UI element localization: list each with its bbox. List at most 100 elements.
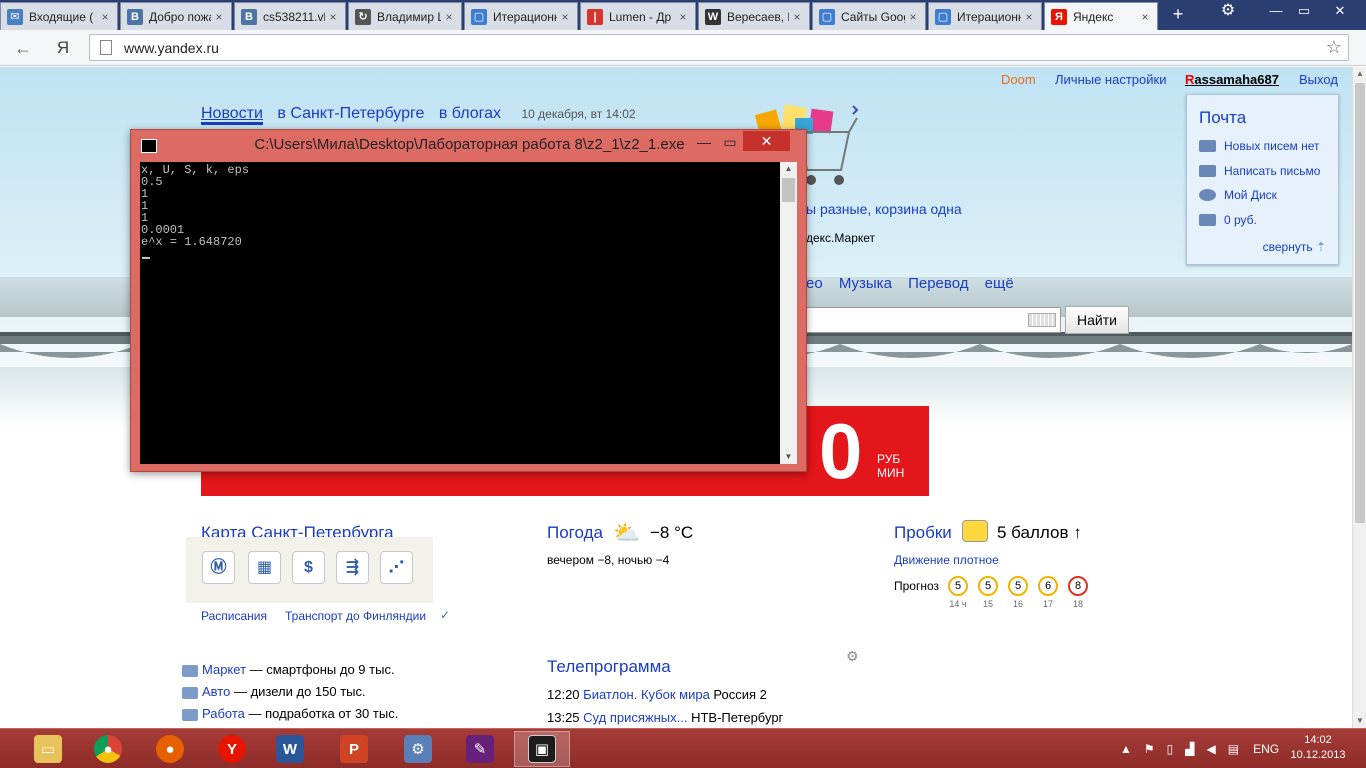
page-scrollbar[interactable]: ▲ ▼ bbox=[1352, 67, 1366, 728]
console-output-area[interactable]: x, U, S, k, eps 0.5 1 1 1 0.0001 e^x = 1… bbox=[140, 162, 780, 464]
tv-show-link[interactable]: Биатлон. Кубок мира bbox=[583, 687, 710, 702]
flag-icon[interactable]: ⚑ bbox=[1144, 742, 1155, 756]
minimize-button[interactable]: — bbox=[1262, 0, 1290, 22]
console-close-button[interactable]: ✕ bbox=[743, 131, 790, 151]
route-icon[interactable]: ⋰ bbox=[380, 551, 413, 584]
console-scroll-down-icon[interactable]: ▼ bbox=[780, 450, 797, 464]
browser-tab[interactable]: ▢ Сайты Goog × bbox=[812, 2, 926, 30]
console-scrollbar[interactable]: ▲ ▼ bbox=[780, 162, 797, 464]
taskbar-console[interactable]: ▣ bbox=[514, 731, 570, 767]
keyboard-tray-icon[interactable]: ▤ bbox=[1228, 742, 1239, 756]
browser-tab[interactable]: Я Яндекс × bbox=[1044, 2, 1158, 30]
console-scroll-up-icon[interactable]: ▲ bbox=[780, 162, 797, 176]
service-video-link[interactable]: ео bbox=[806, 275, 823, 292]
service-translate-link[interactable]: Перевод bbox=[908, 275, 968, 292]
power-icon[interactable]: ▯ bbox=[1167, 742, 1174, 756]
scroll-up-icon[interactable]: ▲ bbox=[1353, 67, 1366, 81]
tab-close-icon[interactable]: × bbox=[1137, 10, 1153, 24]
taxi-icon[interactable]: ▦ bbox=[248, 551, 281, 584]
taskbar-word[interactable]: W bbox=[262, 731, 318, 767]
console-window[interactable]: C:\Users\Мила\Desktop\Лабораторная работ… bbox=[130, 129, 807, 472]
weather-title-link[interactable]: Погода bbox=[547, 523, 603, 543]
tab-close-icon[interactable]: × bbox=[905, 10, 921, 24]
schedule-link[interactable]: Расписания bbox=[201, 609, 267, 623]
taskbar-chrome[interactable]: ● bbox=[80, 731, 136, 767]
tab-news[interactable]: Новости bbox=[201, 105, 263, 125]
service-music-link[interactable]: Музыка bbox=[839, 275, 892, 292]
collapse-link[interactable]: свернуть ⇡ bbox=[1263, 240, 1326, 254]
tray-arrow-icon[interactable]: ▲ bbox=[1120, 742, 1132, 756]
browser-tab[interactable]: | Lumen - Др × bbox=[580, 2, 696, 30]
taskbar-visual-studio[interactable]: ✎ bbox=[452, 731, 508, 767]
browser-tab[interactable]: W Вересаев, В × bbox=[698, 2, 810, 30]
logout-link[interactable]: Выход bbox=[1299, 72, 1338, 87]
tab-close-icon[interactable]: × bbox=[789, 10, 805, 24]
tab-close-icon[interactable]: × bbox=[557, 10, 573, 24]
mail-title-link[interactable]: Почта bbox=[1199, 108, 1246, 128]
traffic-status-link[interactable]: Движение плотное bbox=[894, 553, 999, 567]
yandex-button[interactable]: Я bbox=[52, 38, 74, 58]
tab-blogs[interactable]: в блогах bbox=[439, 105, 501, 122]
browser-tab[interactable]: Bcs538211.vk × bbox=[234, 2, 346, 30]
disk-link[interactable]: Мой Диск bbox=[1224, 188, 1277, 202]
tab-spb[interactable]: в Санкт-Петербурге bbox=[277, 105, 424, 122]
browser-tab[interactable]: ▢ Итерационн × bbox=[464, 2, 578, 30]
browser-tab[interactable]: ↻ Владимир L × bbox=[348, 2, 462, 30]
address-bar[interactable]: www.yandex.ru ☆ bbox=[89, 34, 1349, 61]
back-button[interactable]: ← bbox=[12, 38, 34, 58]
taskbar-powerpoint[interactable]: P bbox=[326, 731, 382, 767]
tab-close-icon[interactable]: × bbox=[441, 10, 457, 24]
taskbar-firefox[interactable]: ● bbox=[142, 731, 198, 767]
atm-icon[interactable]: $ bbox=[292, 551, 325, 584]
browser-tab[interactable]: ▢ Итерационн × bbox=[928, 2, 1042, 30]
market-link[interactable]: Маркет bbox=[202, 662, 246, 677]
taskbar-yandex-browser[interactable]: Y bbox=[204, 731, 260, 767]
close-button[interactable]: ✕ bbox=[1318, 0, 1362, 22]
console-scroll-thumb[interactable] bbox=[782, 178, 795, 202]
weather-detail: вечером −8, ночью −4 bbox=[547, 553, 670, 567]
user-link[interactable]: Rassamaha687 bbox=[1185, 72, 1279, 87]
settings-link[interactable]: Личные настройки bbox=[1055, 72, 1166, 87]
scroll-down-icon[interactable]: ▼ bbox=[1353, 714, 1366, 728]
url-text[interactable]: www.yandex.ru bbox=[124, 40, 219, 56]
taskbar-app-settings[interactable]: ⚙ bbox=[390, 731, 446, 767]
keyboard-icon[interactable] bbox=[1028, 313, 1056, 327]
search-button[interactable]: Найти bbox=[1065, 306, 1129, 334]
finland-transport-link[interactable]: Транспорт до Финляндии bbox=[285, 609, 426, 623]
tab-close-icon[interactable]: × bbox=[325, 10, 341, 24]
tab-close-icon[interactable]: × bbox=[211, 10, 227, 24]
page-settings-icon[interactable]: ⚙ bbox=[846, 648, 859, 665]
taskbar-explorer[interactable]: ▭ bbox=[20, 731, 76, 767]
tab-close-icon[interactable]: × bbox=[675, 10, 691, 24]
market-promo-link[interactable]: ы разные, корзина одна bbox=[806, 201, 962, 217]
browser-tab[interactable]: ✉ Входящие (× bbox=[0, 2, 118, 30]
job-link[interactable]: Работа bbox=[202, 706, 245, 721]
language-indicator[interactable]: ENG bbox=[1253, 742, 1279, 756]
new-tab-button[interactable]: + bbox=[1168, 5, 1188, 25]
browser-tab[interactable]: B Добро пожа × bbox=[120, 2, 232, 30]
doom-link[interactable]: Doom bbox=[1001, 72, 1036, 87]
console-maximize-button[interactable]: ▭ bbox=[717, 131, 743, 153]
search-input[interactable] bbox=[806, 307, 1061, 333]
volume-icon[interactable]: ◀ bbox=[1207, 742, 1216, 756]
tv-show-link[interactable]: Суд присяжных... bbox=[583, 710, 687, 725]
no-new-mail-link[interactable]: Новых писем нет bbox=[1224, 139, 1320, 153]
market-sub-text: декс.Маркет bbox=[806, 231, 876, 245]
traffic-title-link[interactable]: Пробки bbox=[894, 523, 952, 543]
scroll-thumb[interactable] bbox=[1355, 83, 1365, 523]
tv-title-link[interactable]: Телепрограмма bbox=[547, 657, 671, 677]
service-more-link[interactable]: ещё bbox=[985, 275, 1014, 292]
bookmark-star-icon[interactable]: ☆ bbox=[1326, 37, 1342, 58]
metro-icon[interactable]: Ⓜ bbox=[202, 551, 235, 584]
auto-link[interactable]: Авто bbox=[202, 684, 230, 699]
network-icon[interactable]: ▟ bbox=[1185, 742, 1194, 756]
maximize-button[interactable]: ▭ bbox=[1290, 0, 1318, 22]
tab-close-icon[interactable]: × bbox=[1021, 10, 1037, 24]
system-clock[interactable]: 14:02 10.12.2013 bbox=[1283, 733, 1353, 763]
tab-close-icon[interactable]: × bbox=[97, 10, 113, 24]
balance-link[interactable]: 0 руб. bbox=[1224, 213, 1257, 227]
compose-link[interactable]: Написать письмо bbox=[1224, 164, 1320, 178]
browser-settings-icon[interactable]: ⚙ bbox=[1214, 0, 1242, 22]
console-minimize-button[interactable]: — bbox=[691, 131, 717, 153]
transport-icon[interactable]: ⇶ bbox=[336, 551, 369, 584]
